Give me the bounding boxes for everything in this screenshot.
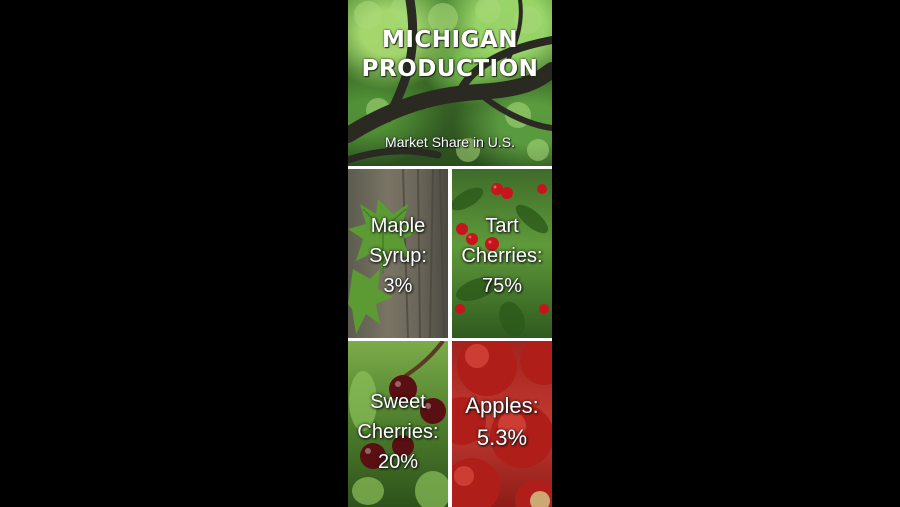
apples-value: 5.3%: [476, 425, 528, 450]
infographic: MICHIGAN PRODUCTION Market Share in U.S.…: [348, 0, 552, 507]
maple-syrup-name-line1: Maple: [370, 215, 426, 237]
title-line-2: PRODUCTION: [361, 56, 539, 82]
tile-maple-syrup: Maple Syrup: 3%: [348, 169, 448, 338]
tart-cherries-value: 75%: [481, 275, 523, 297]
apples-name: Apples:: [465, 393, 539, 418]
maple-syrup-value: 3%: [383, 275, 413, 297]
subtitle: Market Share in U.S.: [385, 134, 515, 150]
header-tree-photo: MICHIGAN PRODUCTION Market Share in U.S.: [348, 0, 552, 166]
tile-tart-cherries: Tart Cherries: 75%: [452, 169, 552, 338]
tart-cherries-label: Tart Cherries: 75%: [452, 211, 552, 301]
sweet-cherries-name-line2: Cherries:: [357, 421, 439, 443]
sweet-cherries-name-line1: Sweet: [370, 391, 426, 413]
tart-cherries-name-line1: Tart: [485, 215, 519, 237]
sweet-cherries-label: Sweet Cherries: 20%: [348, 387, 448, 477]
sweet-cherries-value: 20%: [377, 451, 419, 473]
apples-label: Apples: 5.3%: [452, 390, 552, 454]
maple-syrup-name-line2: Syrup:: [369, 245, 427, 267]
title-line-1: MICHIGAN: [381, 27, 519, 53]
tart-cherries-name-line2: Cherries:: [461, 245, 543, 267]
tile-apples: Apples: 5.3%: [452, 341, 552, 507]
tile-sweet-cherries: Sweet Cherries: 20%: [348, 341, 448, 507]
maple-syrup-label: Maple Syrup: 3%: [348, 211, 448, 301]
